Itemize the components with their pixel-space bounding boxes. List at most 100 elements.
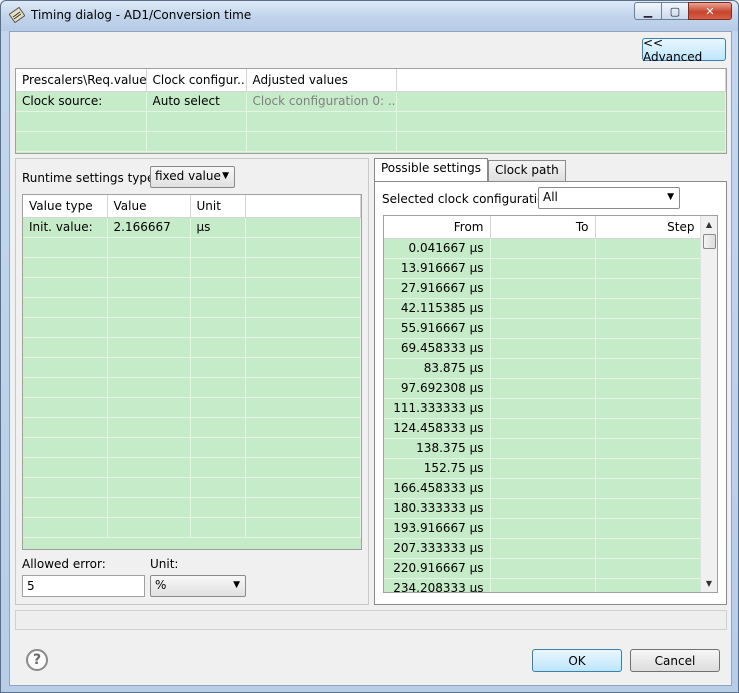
table-row[interactable]: 0.041667 μs bbox=[384, 238, 702, 259]
clock-config-combo[interactable]: All ▼ bbox=[538, 187, 680, 209]
table-row[interactable]: 27.916667 μs bbox=[384, 278, 702, 299]
table-cell bbox=[490, 458, 596, 479]
allowed-error-label: Allowed error: bbox=[22, 557, 106, 571]
table-row[interactable]: 193.916667 μs bbox=[384, 518, 702, 539]
table-row[interactable]: 69.458333 μs bbox=[384, 338, 702, 359]
cancel-button[interactable]: Cancel bbox=[630, 649, 720, 672]
runtime-settings-value: fixed value bbox=[155, 169, 221, 183]
tab-strip: Possible settings Clock path bbox=[374, 158, 566, 182]
column-header-empty bbox=[245, 195, 361, 218]
table-row[interactable]: 152.75 μs bbox=[384, 458, 702, 479]
table-row[interactable]: 138.375 μs bbox=[384, 438, 702, 459]
table-cell: 193.916667 μs bbox=[384, 518, 491, 539]
column-header[interactable]: Prescalers\Req.value bbox=[16, 69, 147, 92]
table-cell bbox=[190, 457, 246, 478]
table-cell bbox=[107, 277, 191, 298]
table-cell bbox=[190, 257, 246, 278]
column-header-empty bbox=[396, 69, 726, 92]
maximize-button[interactable]: ▢ bbox=[661, 2, 688, 20]
table-cell: 27.916667 μs bbox=[384, 278, 491, 299]
table-row[interactable]: 83.875 μs bbox=[384, 358, 702, 379]
runtime-values-table: Value type Value Unit Init. value: 2.166… bbox=[23, 195, 361, 538]
scroll-up-icon[interactable]: ▲ bbox=[701, 216, 717, 233]
advanced-button[interactable]: << Advanced bbox=[642, 36, 726, 64]
table-row[interactable]: 13.916667 μs bbox=[384, 258, 702, 279]
column-header[interactable]: Step bbox=[595, 216, 702, 239]
table-cell: 234.208333 μs bbox=[384, 578, 491, 592]
tab-possible-settings[interactable]: Possible settings bbox=[374, 158, 488, 182]
title-bar[interactable]: Timing dialog - AD1/Conversion time ▁ ▢ … bbox=[1, 1, 738, 31]
table-cell: 111.333333 μs bbox=[384, 398, 491, 419]
column-header[interactable]: Value bbox=[107, 195, 191, 218]
column-header[interactable]: To bbox=[490, 216, 596, 239]
table-cell bbox=[107, 497, 191, 518]
table-cell bbox=[595, 518, 702, 539]
table-row[interactable]: 97.692308 μs bbox=[384, 378, 702, 399]
runtime-settings-combo[interactable]: fixed value ▼ bbox=[150, 166, 235, 188]
table-row-empty bbox=[23, 437, 361, 458]
table-row[interactable]: 42.115385 μs bbox=[384, 298, 702, 319]
table-cell bbox=[190, 297, 246, 318]
vertical-scrollbar[interactable]: ▲ ▼ bbox=[700, 216, 717, 592]
table-cell: 138.375 μs bbox=[384, 438, 491, 459]
table-row[interactable]: 207.333333 μs bbox=[384, 538, 702, 559]
table-cell bbox=[490, 298, 596, 319]
table-cell bbox=[490, 258, 596, 279]
dialog-client-area: << Advanced Prescalers\Req.value Clock c… bbox=[9, 31, 732, 686]
minimize-icon: ▁ bbox=[643, 4, 653, 18]
table-cell bbox=[490, 418, 596, 439]
allowed-error-input[interactable]: 5 bbox=[22, 575, 145, 597]
table-row[interactable]: 180.333333 μs bbox=[384, 498, 702, 519]
table-cell bbox=[107, 337, 191, 358]
table-cell bbox=[245, 337, 361, 358]
table-cell bbox=[595, 558, 702, 579]
table-cell bbox=[245, 317, 361, 338]
table-cell[interactable]: 2.166667 bbox=[107, 217, 191, 238]
table-cell bbox=[23, 517, 108, 538]
ok-button[interactable]: OK bbox=[532, 649, 622, 672]
scroll-down-icon[interactable]: ▼ bbox=[701, 575, 717, 592]
table-cell: 42.115385 μs bbox=[384, 298, 491, 319]
column-header[interactable]: Clock configur... bbox=[146, 69, 247, 92]
minimize-button[interactable]: ▁ bbox=[634, 2, 661, 20]
table-row-empty bbox=[23, 337, 361, 358]
table-row[interactable]: 234.208333 μs bbox=[384, 578, 702, 592]
table-header-row: Prescalers\Req.value Clock configur... A… bbox=[16, 69, 726, 92]
table-row-empty bbox=[23, 417, 361, 438]
table-cell bbox=[190, 317, 246, 338]
table-cell[interactable]: Auto select bbox=[146, 91, 247, 112]
scroll-thumb[interactable] bbox=[703, 234, 716, 249]
table-row-empty bbox=[23, 237, 361, 258]
table-cell bbox=[245, 417, 361, 438]
unit-combo[interactable]: % ▼ bbox=[150, 575, 246, 597]
table-row[interactable]: 55.916667 μs bbox=[384, 318, 702, 339]
tab-clock-path[interactable]: Clock path bbox=[488, 160, 566, 182]
table-cell: 55.916667 μs bbox=[384, 318, 491, 339]
table-cell bbox=[595, 318, 702, 339]
table-cell bbox=[595, 438, 702, 459]
table-cell[interactable]: μs bbox=[190, 217, 246, 238]
table-cell bbox=[190, 517, 246, 538]
table-cell bbox=[107, 417, 191, 438]
window-title: Timing dialog - AD1/Conversion time bbox=[31, 8, 252, 22]
possible-settings-tab-body: Selected clock configuration All ▼ From … bbox=[374, 181, 727, 605]
close-button[interactable]: ✕ bbox=[688, 2, 732, 20]
chevron-down-icon: ▼ bbox=[667, 192, 674, 202]
table-cell: 13.916667 μs bbox=[384, 258, 491, 279]
column-header[interactable]: Value type bbox=[23, 195, 108, 218]
column-header[interactable]: Adjusted values bbox=[246, 69, 397, 92]
table-row[interactable]: 111.333333 μs bbox=[384, 398, 702, 419]
table-row[interactable]: 124.458333 μs bbox=[384, 418, 702, 439]
table-row[interactable]: 220.916667 μs bbox=[384, 558, 702, 579]
column-header[interactable]: Unit bbox=[190, 195, 246, 218]
table-cell bbox=[107, 317, 191, 338]
table-row[interactable]: Init. value: 2.166667 μs bbox=[23, 217, 361, 238]
help-icon[interactable]: ? bbox=[26, 649, 48, 671]
clock-source-grid: Prescalers\Req.value Clock configur... A… bbox=[15, 68, 727, 154]
table-row[interactable]: Clock source: Auto select Clock configur… bbox=[16, 91, 726, 112]
column-header[interactable]: From bbox=[384, 216, 491, 239]
table-cell bbox=[595, 298, 702, 319]
table-cell bbox=[595, 538, 702, 559]
table-cell: 166.458333 μs bbox=[384, 478, 491, 499]
table-row[interactable]: 166.458333 μs bbox=[384, 478, 702, 499]
